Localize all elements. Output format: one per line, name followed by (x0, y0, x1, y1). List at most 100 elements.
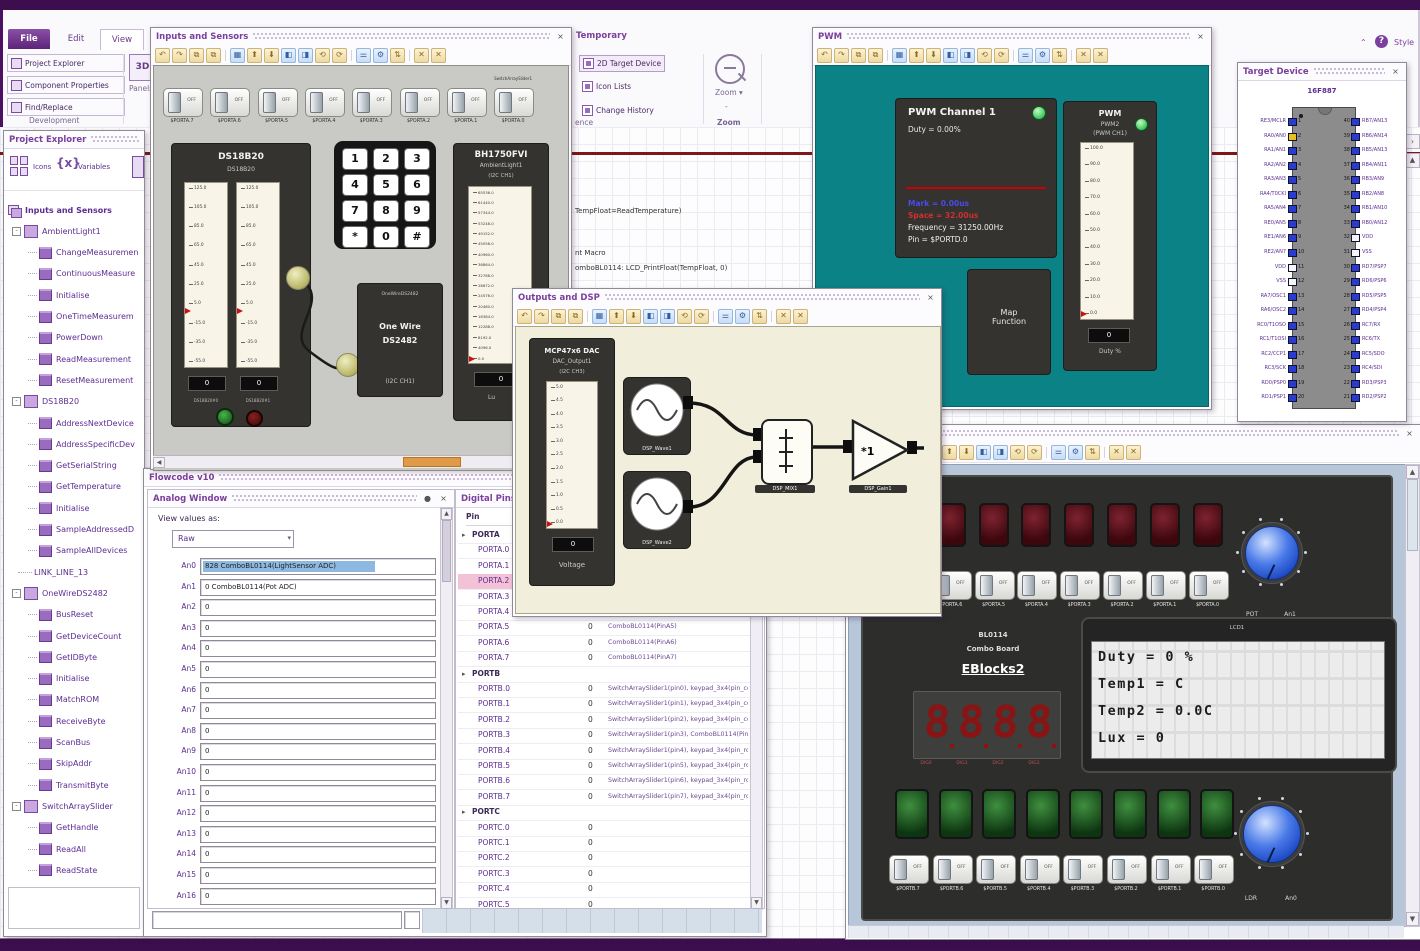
tree-item-addressspecificdev[interactable]: AddressSpecificDev (28, 435, 168, 453)
board-switch-porta1[interactable]: OFF (1145, 571, 1186, 600)
analog-input-An11[interactable]: 0 (200, 784, 436, 802)
digital-row-portb-5[interactable]: PORTB.5 0 SwitchArraySlider1(pin5), keypad… (458, 759, 750, 775)
toggle-find-replace[interactable]: Find/Replace (7, 98, 125, 116)
analog-input-An4[interactable]: 0 (200, 640, 436, 658)
bring-front-icon[interactable]: ⬆ (609, 308, 624, 324)
send-back-icon[interactable]: ⬇ (959, 444, 974, 460)
toggle-component-properties[interactable]: Component Properties (7, 76, 125, 94)
analog-input-An13[interactable]: 0 (200, 825, 436, 843)
digital-row-portc-4[interactable]: PORTC.4 0 (458, 882, 750, 899)
send-back-icon[interactable]: ⬇ (926, 47, 941, 63)
rotate-cw-icon[interactable]: ⟳ (332, 47, 347, 63)
keypad-key-hash[interactable]: # (404, 226, 430, 248)
help-icon[interactable]: ? (1375, 35, 1388, 48)
flip-horizontal-icon[interactable]: ◧ (976, 444, 991, 460)
send-back-icon[interactable]: ⬇ (626, 308, 641, 324)
rotate-ccw-icon[interactable]: ⟲ (677, 308, 692, 324)
board-switch-portb5[interactable]: OFF (976, 855, 1017, 884)
analog-scrollbar[interactable]: ▲ ▼ (440, 507, 453, 910)
zoom-value[interactable]: - (725, 102, 728, 111)
board-switch-porta4[interactable]: OFF (1017, 571, 1058, 600)
flip-vertical-icon[interactable]: ◨ (960, 47, 975, 63)
pin-icon[interactable]: ● (422, 493, 433, 504)
digital-row-portb-7[interactable]: PORTB.7 0 SwitchArraySlider1(pin7), keypad… (458, 790, 750, 806)
flip-horizontal-icon[interactable]: ◧ (943, 47, 958, 63)
digital-row-portc-0[interactable]: PORTC.0 0 (458, 821, 750, 837)
expander-icon[interactable]: - (12, 588, 21, 598)
connection-node-icon[interactable] (286, 266, 310, 290)
delete-icon[interactable]: ✕ (1076, 47, 1091, 63)
analog-input-An6[interactable]: 0 (200, 681, 436, 699)
digital-row-portc-3[interactable]: PORTC.3 0 (458, 867, 750, 883)
delete-all-icon[interactable]: ✕ (1126, 444, 1141, 460)
keypad-key-4[interactable]: 4 (342, 174, 368, 196)
copy-icon[interactable]: ⧉ (851, 47, 866, 63)
digital-row-portb-6[interactable]: PORTB.6 0 SwitchArraySlider1(pin6), keypad… (458, 774, 750, 791)
keypad-key-9[interactable]: 9 (404, 200, 430, 222)
copy-icon[interactable]: ⧉ (189, 47, 204, 63)
zoom-icon[interactable] (715, 54, 747, 84)
grid-icon[interactable]: ▦ (230, 47, 245, 63)
flip-horizontal-icon[interactable]: ◧ (643, 308, 658, 324)
paste-icon[interactable]: ⧉ (868, 47, 883, 63)
tree-item-ds18b20[interactable]: - DS18B20 (12, 393, 152, 411)
board-switch-portb0[interactable]: OFF (1194, 855, 1235, 884)
flip-vertical-icon[interactable]: ◨ (660, 308, 675, 324)
delete-icon[interactable]: ✕ (1109, 444, 1124, 460)
keypad-key-0[interactable]: 0 (373, 226, 399, 248)
digital-row-portc-1[interactable]: PORTC.1 0 (458, 836, 750, 852)
digital-row-porta-6[interactable]: PORTA.6 0 ComboBL0114(PinA6) (458, 636, 750, 652)
redo-icon[interactable]: ↷ (534, 308, 549, 324)
expander-icon[interactable]: - (12, 801, 21, 811)
board-switch-portb6[interactable]: OFF (932, 855, 973, 884)
board-switch-porta2[interactable]: OFF (1103, 571, 1143, 600)
rotate-ccw-icon[interactable]: ⟲ (315, 47, 330, 63)
analog-input-An7[interactable]: 0 (200, 702, 436, 720)
close-icon[interactable]: × (555, 31, 566, 42)
digital-row-portb-1[interactable]: PORTB.1 0 SwitchArraySlider1(pin1), keypad… (458, 697, 750, 714)
undo-icon[interactable]: ↶ (155, 47, 170, 63)
rotate-cw-icon[interactable]: ⟳ (994, 47, 1009, 63)
analog-input-An3[interactable]: 0 (200, 619, 436, 637)
analog-input-An8[interactable]: 0 (200, 722, 436, 740)
onewire-ds2482-component[interactable]: OneWireDS2482 One Wire DS2482 (I2C CH1) (357, 283, 443, 397)
tree-item-powerdown[interactable]: PowerDown (28, 329, 168, 347)
scroll-thumb[interactable] (442, 520, 451, 582)
properties-icon[interactable]: ⚙ (373, 47, 388, 63)
board-switch-portb1[interactable]: OFF (1150, 855, 1191, 884)
flip-vertical-icon[interactable]: ◨ (993, 444, 1008, 460)
mcp47x6-dac-component[interactable]: MCP47x6 DAC DAC_Output1 (I2C CH3) 5.0 4.5 4.0… (529, 338, 615, 586)
splitter-expand-icon[interactable]: › (1405, 134, 1420, 149)
flip-vertical-icon[interactable]: ◨ (298, 47, 313, 63)
tab-view[interactable]: View (100, 29, 144, 50)
digital-row-portc[interactable]: ▸ PORTC (458, 805, 750, 822)
input-switch-porta0[interactable]: OFF (494, 88, 535, 117)
board-switch-porta5[interactable]: OFF (974, 571, 1015, 600)
input-switch-porta4[interactable]: OFF (304, 88, 345, 117)
check-2d-target-device[interactable]: 2D Target Device (579, 55, 666, 72)
keypad-key-1[interactable]: 1 (342, 148, 368, 170)
digital-row-portb-0[interactable]: PORTB.0 0 SwitchArraySlider1(pin0), keypad… (458, 682, 750, 698)
close-icon[interactable]: × (1404, 428, 1415, 439)
rotate-ccw-icon[interactable]: ⟲ (977, 47, 992, 63)
tab-edit[interactable]: Edit (56, 29, 96, 49)
pwm-titlebar[interactable]: PWM × (813, 28, 1211, 46)
keypad-key-2[interactable]: 2 (373, 148, 399, 170)
delete-all-icon[interactable]: ✕ (793, 308, 808, 324)
keypad-key-6[interactable]: 6 (404, 174, 430, 196)
eblocks-hscrollbar[interactable] (848, 925, 1404, 938)
tree-item-changemeasuremen[interactable]: ChangeMeasuremen (28, 244, 168, 262)
project-explorer-titlebar[interactable]: Project Explorer (4, 131, 144, 149)
delete-icon[interactable]: ✕ (414, 47, 429, 63)
analog-input-An0[interactable]: 828 ComboBL0114(LightSensor ADC) (200, 558, 436, 575)
target-device-titlebar[interactable]: Target Device × (1238, 63, 1406, 81)
grid-icon[interactable]: ▦ (892, 47, 907, 63)
inputs-sensors-titlebar[interactable]: Inputs and Sensors × (151, 28, 571, 46)
keypad-key-5[interactable]: 5 (373, 174, 399, 196)
close-icon[interactable]: × (1195, 31, 1206, 42)
inputs-hscrollbar[interactable]: ◀ ▶ (153, 455, 567, 468)
rotate-ccw-icon[interactable]: ⟲ (1010, 444, 1025, 460)
bring-front-icon[interactable]: ⬆ (247, 47, 262, 63)
swap-icon[interactable]: ⇅ (1085, 444, 1100, 460)
input-switch-porta2[interactable]: OFF (399, 88, 440, 117)
